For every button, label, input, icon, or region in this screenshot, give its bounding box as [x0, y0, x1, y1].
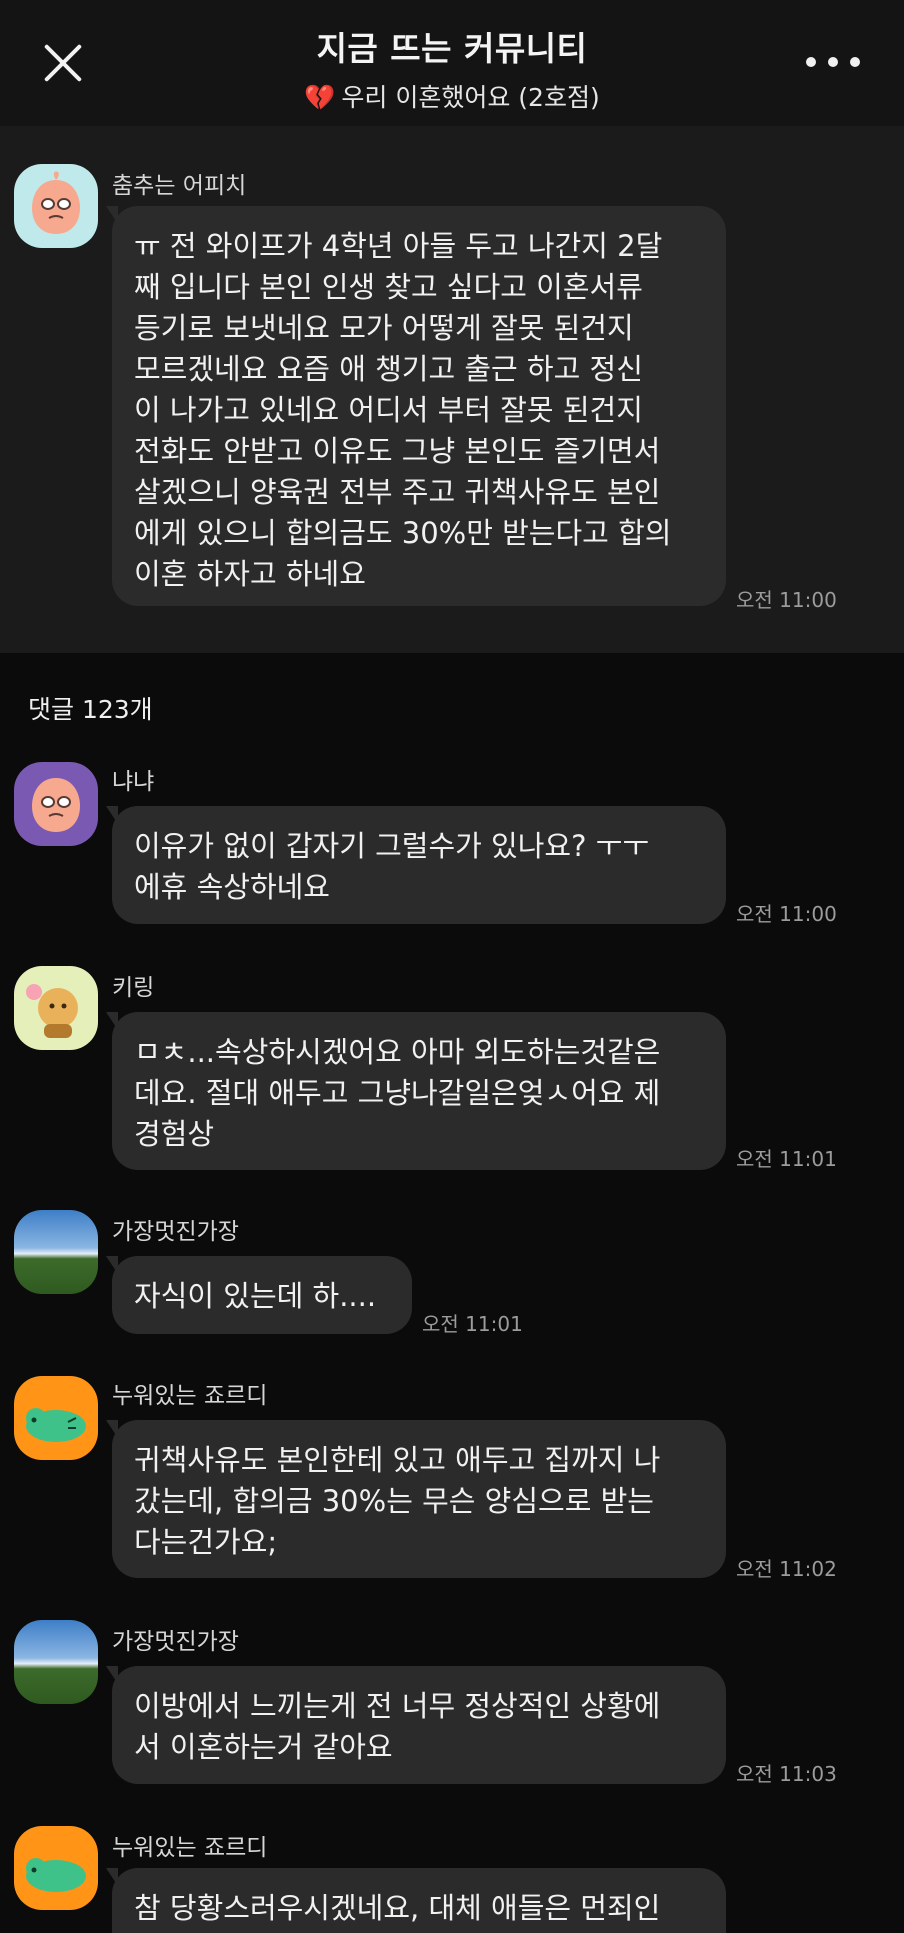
page-title: 지금 뜨는 커뮤니티	[316, 29, 588, 68]
comment-bubble[interactable]: ㅁㅊ...속상하시겠어요 아마 외도하는것같은 데요. 절대 애두고 그냥나갈일…	[106, 1012, 726, 1170]
post-bubble[interactable]: ㅠ 전 와이프가 4학년 아들 두고 나간지 2달 째 입니다 본인 인생 찾고…	[106, 206, 726, 606]
avatar[interactable]	[14, 1210, 98, 1294]
comment-author[interactable]: 가장멋진가장	[112, 1622, 239, 1656]
comment-time: 오전 11:01	[422, 1312, 523, 1336]
avatar[interactable]	[14, 164, 98, 248]
avatar[interactable]	[14, 762, 98, 846]
avatar[interactable]	[14, 1826, 98, 1910]
comment-bubble[interactable]: 참 당황스러우시겠네요, 대체 애들은 먼죄인	[106, 1868, 726, 1933]
comment-time: 오전 11:00	[736, 902, 837, 926]
comment-time: 오전 11:03	[736, 1762, 837, 1786]
comment-author[interactable]: 키링	[112, 968, 154, 1002]
avatar[interactable]	[14, 1376, 98, 1460]
comment-bubble[interactable]: 이유가 없이 갑자기 그럴수가 있나요? ㅜㅜ 에휴 속상하네요	[106, 806, 726, 924]
comment-bubble[interactable]: 귀책사유도 본인한테 있고 애두고 집까지 나 갔는데, 합의금 30%는 무슨…	[106, 1420, 726, 1578]
chatroom-subtitle[interactable]: 💔 우리 이혼했어요 (2호점)	[0, 78, 904, 114]
comment-author[interactable]: 누워있는 죠르디	[112, 1828, 267, 1862]
post-time: 오전 11:00	[736, 588, 837, 612]
avatar[interactable]	[14, 966, 98, 1050]
post-author[interactable]: 춤추는 어피치	[112, 166, 246, 200]
comment-bubble[interactable]: 이방에서 느끼는게 전 너무 정상적인 상황에 서 이혼하는거 같아요	[106, 1666, 726, 1784]
comment-count: 댓글 123개	[28, 695, 153, 724]
comment-bubble[interactable]: 자식이 있는데 하....	[106, 1256, 412, 1334]
chatroom-name: 우리 이혼했어요 (2호점)	[341, 83, 600, 112]
broken-heart-icon: 💔	[304, 83, 336, 112]
original-post: 춤추는 어피치 ㅠ 전 와이프가 4학년 아들 두고 나간지 2달 째 입니다 …	[0, 126, 904, 653]
top-bar: 지금 뜨는 커뮤니티 💔 우리 이혼했어요 (2호점)	[0, 0, 904, 126]
comment-author[interactable]: 가장멋진가장	[112, 1212, 239, 1246]
comment-author[interactable]: 냐냐	[112, 762, 154, 796]
avatar[interactable]	[14, 1620, 98, 1704]
header-titles: 지금 뜨는 커뮤니티 💔 우리 이혼했어요 (2호점)	[0, 22, 904, 114]
comment-time: 오전 11:02	[736, 1557, 837, 1581]
more-options-icon[interactable]	[804, 50, 864, 74]
comment-author[interactable]: 누워있는 죠르디	[112, 1376, 267, 1410]
comment-time: 오전 11:01	[736, 1147, 837, 1171]
